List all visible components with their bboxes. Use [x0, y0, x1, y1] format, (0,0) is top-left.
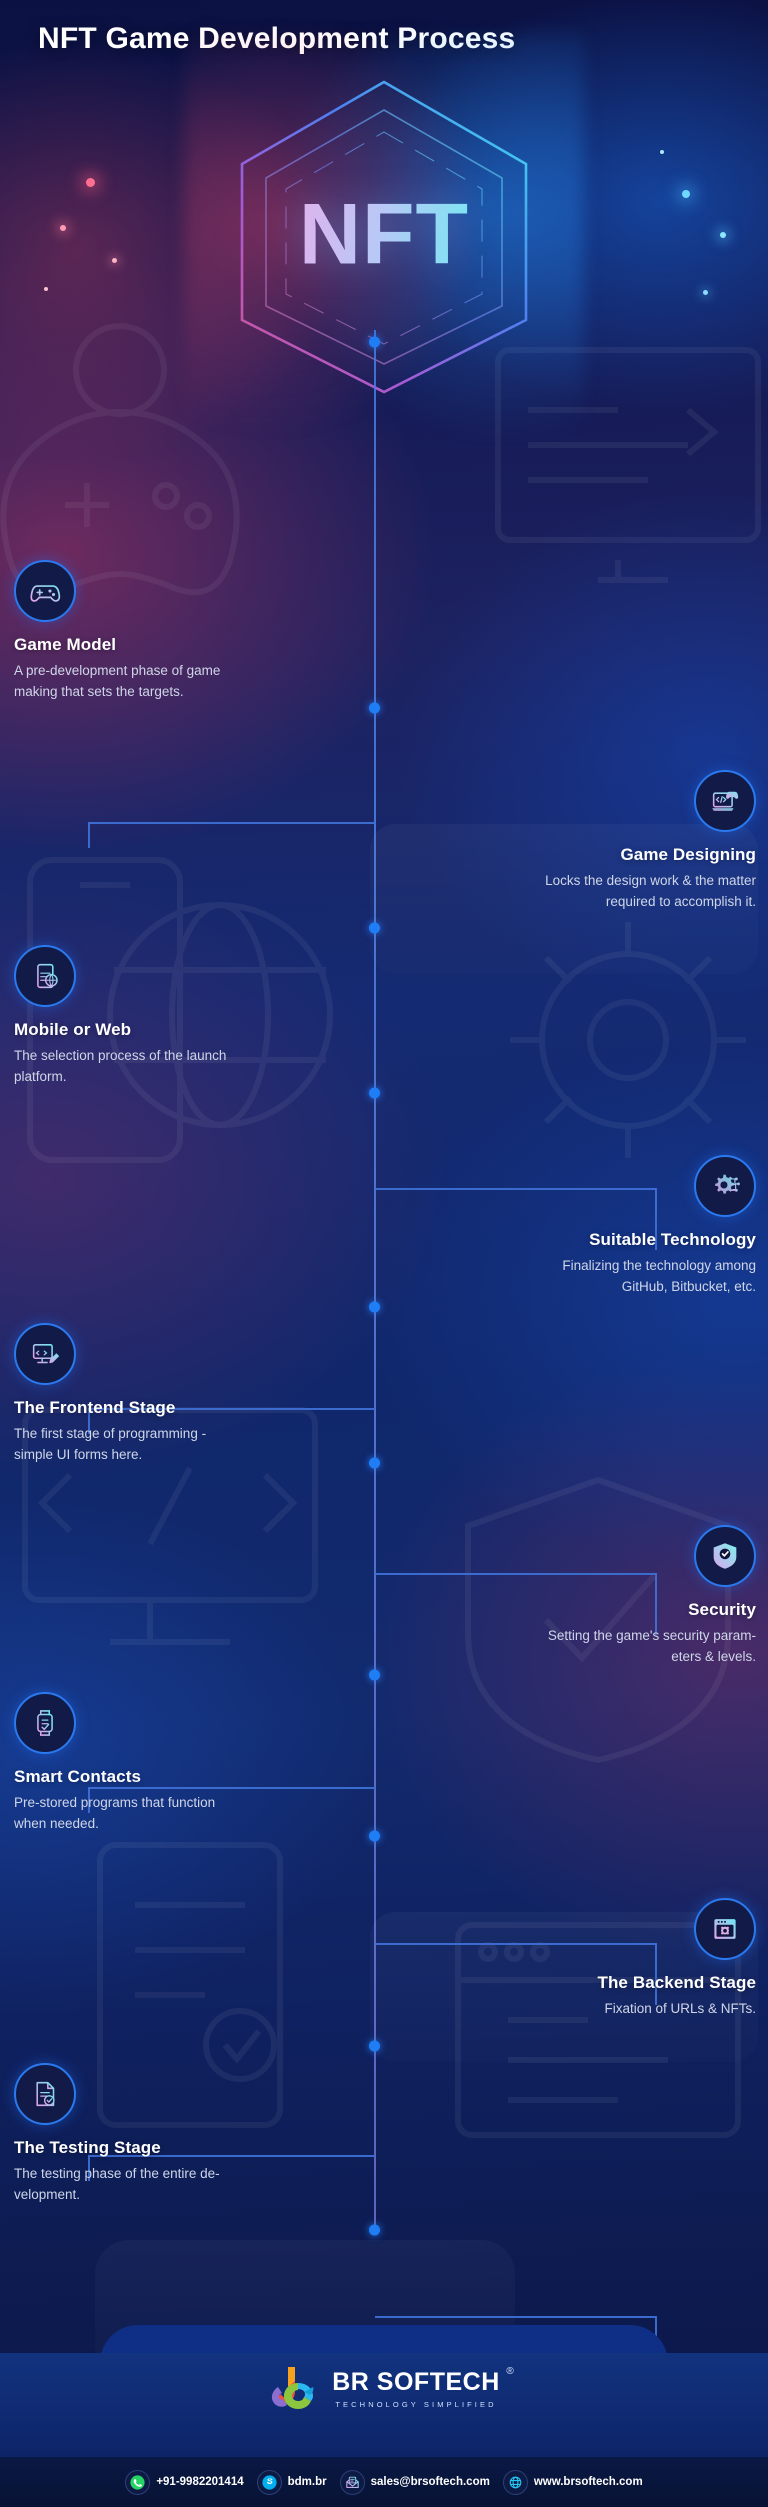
whatsapp-icon [125, 2469, 151, 2495]
step-title: Mobile or Web [14, 1020, 132, 1039]
timeline-node [369, 702, 380, 714]
timeline-step-mobile-or-web[interactable]: Mobile or Web The selection process of t… [14, 945, 230, 1088]
step-description: The testing phase of the entire de-velop… [14, 2166, 220, 2202]
timeline-node [369, 1087, 380, 1099]
timeline-node [369, 336, 380, 348]
step-description: Fixation of URLs & NFTs. [604, 2001, 756, 2016]
step-description: Locks the design work & the matter requi… [545, 873, 756, 909]
spark-dot [660, 150, 664, 154]
contact-bar: +91-9982201414 bdm.br sales@brsoftech.co… [0, 2457, 768, 2507]
contact-email[interactable]: sales@brsoftech.com [339, 2469, 490, 2495]
spark-dot [703, 290, 708, 295]
timeline-node [369, 2040, 380, 2052]
gamepad-icon [14, 560, 76, 622]
contact-label: +91-9982201414 [156, 2476, 244, 2488]
step-description: Finalizing the technology among GitHub, … [562, 1258, 756, 1294]
brand-tagline: TECHNOLOGY SIMPLIFIED [335, 2399, 497, 2409]
spark-dot [86, 178, 95, 187]
timeline-step-security[interactable]: Security Setting the game's security par… [526, 1525, 756, 1668]
step-description: The selection process of the launch plat… [14, 1048, 227, 1084]
email-icon [339, 2469, 365, 2495]
contact-website[interactable]: www.brsoftech.com [502, 2469, 643, 2495]
timeline-step-smart-contacts[interactable]: Smart Contacts Pre-stored programs that … [14, 1692, 230, 1835]
browser-gear-icon [694, 1898, 756, 1960]
timeline-step-game-designing[interactable]: Game Designing Locks the design work & t… [526, 770, 756, 913]
step-title: Security [688, 1600, 756, 1619]
step-description: A pre-development phase of game making t… [14, 663, 221, 699]
step-description: The first stage of programming - simple … [14, 1426, 207, 1462]
timeline-node [369, 922, 380, 934]
step-description: Setting the game's security param-eters … [547, 1628, 756, 1664]
smartwatch-contract-icon [14, 1692, 76, 1754]
shield-check-icon [694, 1525, 756, 1587]
contact-whatsapp[interactable]: +91-9982201414 [125, 2469, 244, 2495]
timeline-node [369, 1669, 380, 1681]
spark-dot [112, 258, 117, 263]
document-check-icon [14, 2063, 76, 2125]
timeline-step-frontend-stage[interactable]: The Frontend Stage The first stage of pr… [14, 1323, 230, 1466]
footer: BR SOFTECH TECHNOLOGY SIMPLIFIED ® +91-9… [0, 2325, 768, 2507]
step-title: Suitable Technology [589, 1230, 756, 1249]
gear-circuit-icon [694, 1155, 756, 1217]
step-title: Smart Contacts [14, 1767, 142, 1786]
infographic-canvas: NFT Game Development Process [0, 0, 768, 2507]
registered-trademark-symbol: ® [506, 2365, 514, 2377]
nft-logo-text: NFT [224, 186, 544, 285]
brand-wordmark: BR SOFTECH TECHNOLOGY SIMPLIFIED ® [332, 2366, 514, 2409]
laptop-code-gamepad-icon [694, 770, 756, 832]
spark-dot [682, 190, 690, 198]
spark-dot [44, 287, 48, 291]
timeline-step-game-model[interactable]: Game Model A pre-development phase of ga… [14, 560, 230, 703]
step-title: The Frontend Stage [14, 1398, 176, 1417]
spark-dot [720, 232, 726, 238]
br-softech-b-logomark [268, 2363, 320, 2415]
timeline-node [369, 1301, 380, 1313]
contact-label: www.brsoftech.com [533, 2476, 643, 2488]
monitor-pencil-icon [14, 1323, 76, 1385]
mobile-globe-icon [14, 945, 76, 1007]
timeline-step-testing-stage[interactable]: The Testing Stage The testing phase of t… [14, 2063, 230, 2206]
contact-skype[interactable]: bdm.br [256, 2469, 327, 2495]
brand-logo: BR SOFTECH TECHNOLOGY SIMPLIFIED ® [0, 2363, 768, 2415]
nft-hexagon-logo: NFT [184, 32, 584, 442]
contact-label: bdm.br [287, 2476, 327, 2488]
skype-icon [256, 2469, 282, 2495]
globe-icon [502, 2469, 528, 2495]
step-title: The Testing Stage [14, 2138, 161, 2157]
step-title: Game Designing [620, 845, 756, 864]
brand-name: BR SOFTECH [332, 2367, 500, 2396]
timeline-node [369, 1457, 380, 1469]
step-title: Game Model [14, 635, 117, 654]
timeline-node [369, 1830, 380, 1842]
timeline-step-backend-stage[interactable]: The Backend Stage Fixation of URLs & NFT… [597, 1898, 756, 2020]
hero-section: NFT Game Development Process [0, 0, 768, 480]
step-title: The Backend Stage [597, 1973, 756, 1992]
timeline-step-suitable-technology[interactable]: Suitable Technology Finalizing the techn… [526, 1155, 756, 1298]
spark-dot [60, 225, 66, 231]
contact-label: sales@brsoftech.com [370, 2476, 490, 2488]
timeline-node [369, 2224, 380, 2236]
step-description: Pre-stored programs that function when n… [14, 1795, 216, 1831]
